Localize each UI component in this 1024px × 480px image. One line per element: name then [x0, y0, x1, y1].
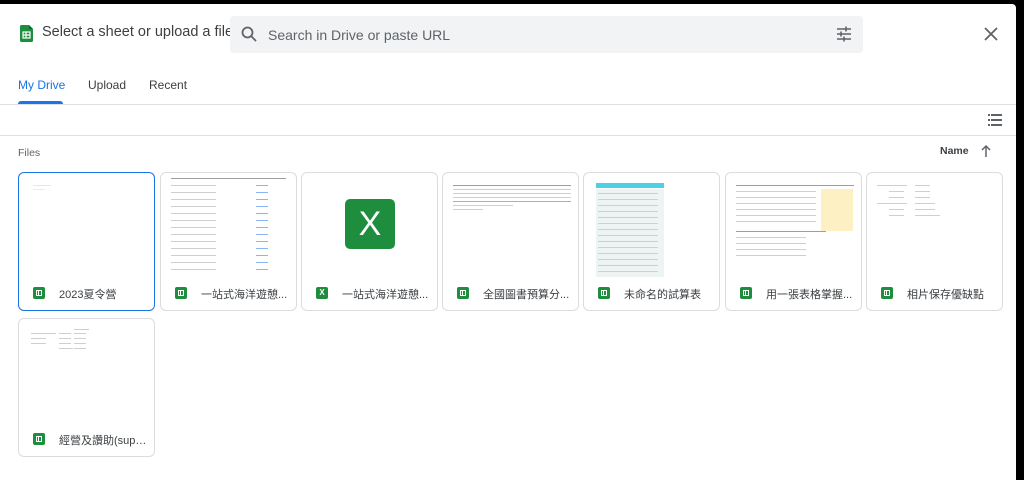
tab-my-drive[interactable]: My Drive: [18, 78, 65, 92]
sort-by-name-button[interactable]: Name: [940, 145, 969, 157]
file-name: 用一張表格掌握...: [766, 289, 853, 301]
file-card[interactable]: 用一張表格掌握...: [725, 172, 862, 311]
search-input[interactable]: [268, 16, 828, 53]
file-thumbnail: X: [302, 173, 437, 277]
file-card[interactable]: 經營及讚助(supp...: [18, 318, 155, 457]
files-section-label: Files: [18, 147, 41, 159]
file-thumbnail: [443, 173, 578, 277]
file-thumbnail: [584, 173, 719, 277]
file-picker-dialog: Select a sheet or upload a file My Drive…: [0, 4, 1016, 480]
file-card-footer: 一站式海洋遊憩...: [161, 277, 296, 310]
excel-logo-icon: X: [345, 199, 395, 249]
dialog-title: Select a sheet or upload a file: [42, 24, 234, 40]
sheets-file-icon: [33, 287, 45, 299]
file-card-footer: 相片保存優缺點: [867, 277, 1002, 310]
search-icon: [241, 26, 257, 42]
file-card[interactable]: 一站式海洋遊憩...: [160, 172, 297, 311]
file-card[interactable]: X X 一站式海洋遊憩...: [301, 172, 438, 311]
file-thumbnail: [161, 173, 296, 277]
sheets-file-icon: [598, 287, 610, 299]
sheets-file-icon: [175, 287, 187, 299]
file-card-footer: 2023夏令營: [19, 277, 154, 310]
file-name: 一站式海洋遊憩...: [201, 289, 288, 301]
file-name: 一站式海洋遊憩...: [342, 289, 429, 301]
file-name: 經營及讚助(supp...: [59, 435, 147, 447]
excel-file-icon: X: [316, 287, 328, 299]
sheets-app-icon: [20, 25, 33, 42]
file-name: 全國圖書預算分...: [483, 289, 570, 301]
tune-icon[interactable]: [835, 25, 853, 43]
file-thumbnail: [726, 173, 861, 277]
tab-bar: My Drive Upload Recent: [0, 64, 1016, 105]
list-view-icon[interactable]: [988, 114, 1002, 126]
file-name: 未命名的試算表: [624, 289, 701, 301]
file-card-footer: 用一張表格掌握...: [726, 277, 861, 310]
view-toolbar: [0, 105, 1016, 136]
sheets-file-icon: [881, 287, 893, 299]
file-name: 相片保存優缺點: [907, 289, 984, 301]
sheets-file-icon: [457, 287, 469, 299]
file-card[interactable]: 未命名的試算表: [583, 172, 720, 311]
sheets-file-icon: [33, 433, 45, 445]
file-card-footer: X 一站式海洋遊憩...: [302, 277, 437, 310]
file-name: 2023夏令營: [59, 289, 117, 301]
file-card-footer: 經營及讚助(supp...: [19, 423, 154, 456]
dialog-header: Select a sheet or upload a file: [0, 4, 1016, 64]
file-card[interactable]: 相片保存優缺點: [866, 172, 1003, 311]
file-card-footer: 未命名的試算表: [584, 277, 719, 310]
tab-upload[interactable]: Upload: [88, 78, 126, 92]
sheets-file-icon: [740, 287, 752, 299]
search-bar[interactable]: [230, 16, 863, 53]
file-card-footer: 全國圖書預算分...: [443, 277, 578, 310]
file-thumbnail: [867, 173, 1002, 277]
file-thumbnail: [19, 173, 154, 277]
close-icon[interactable]: [983, 26, 999, 42]
active-tab-indicator: [18, 101, 63, 104]
file-thumbnail: [19, 319, 154, 423]
arrow-up-icon[interactable]: [980, 144, 992, 158]
file-card[interactable]: 2023夏令營: [18, 172, 155, 311]
file-card[interactable]: 全國圖書預算分...: [442, 172, 579, 311]
tab-recent[interactable]: Recent: [149, 78, 187, 92]
